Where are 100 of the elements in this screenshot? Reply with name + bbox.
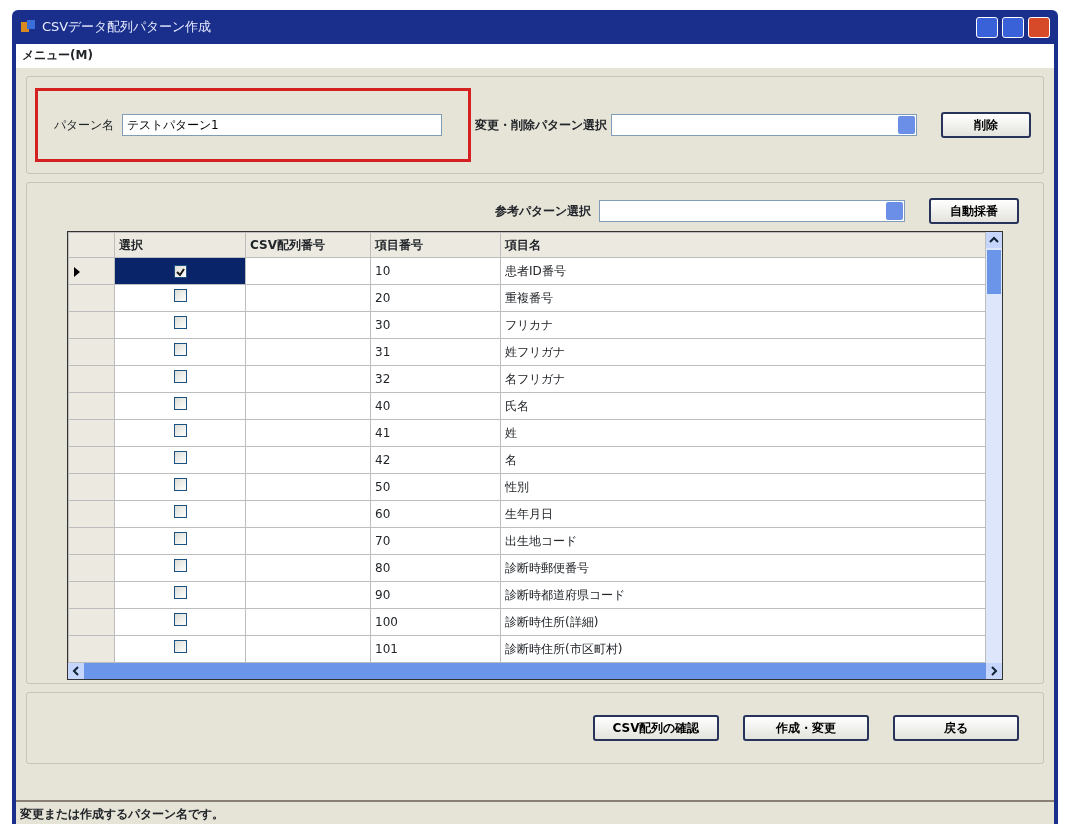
field-label: 参考パターン選択 — [495, 203, 591, 220]
select-cell[interactable] — [114, 419, 246, 447]
checkbox[interactable] — [173, 613, 187, 626]
window-title: CSVデータ配列パターン作成 — [42, 18, 212, 37]
column-header[interactable]: CSV配列番号 — [245, 232, 371, 258]
select-cell[interactable] — [114, 338, 246, 366]
checkbox[interactable] — [173, 397, 187, 410]
table-row[interactable]: 42 名 — [68, 446, 986, 474]
scroll-thumb[interactable] — [987, 250, 1001, 294]
field-label: パターン名 — [54, 117, 114, 134]
table-cell: 氏名 — [500, 392, 986, 420]
table-cell: 診断時郵便番号 — [500, 554, 986, 582]
table-cell: 40 — [370, 392, 501, 420]
table-cell: 80 — [370, 554, 501, 582]
table-row[interactable]: 70 出生地コード — [68, 527, 986, 555]
checkbox[interactable] — [173, 451, 187, 464]
field-label: 変更・削除パターン選択 — [475, 117, 607, 134]
table-row[interactable]: 30 フリカナ — [68, 311, 986, 339]
select-cell[interactable] — [114, 527, 246, 555]
checkbox[interactable] — [173, 505, 187, 518]
select-cell[interactable] — [114, 257, 246, 285]
menu-item[interactable]: メニュー(M) — [22, 46, 93, 66]
checkbox[interactable] — [173, 424, 187, 437]
table-cell: 姓 — [500, 419, 986, 447]
table-row[interactable]: 41 姓 — [68, 419, 986, 447]
app-icon — [20, 19, 36, 35]
table-row[interactable]: 80 診断時郵便番号 — [68, 554, 986, 582]
scroll-left-icon[interactable] — [68, 663, 84, 679]
checkbox[interactable] — [173, 265, 187, 278]
table-row[interactable]: 90 診断時都道府県コード — [68, 581, 986, 609]
reference-select-dropdown[interactable] — [599, 200, 905, 222]
delete-button[interactable]: 削除 — [941, 112, 1031, 138]
minimize-button[interactable] — [976, 16, 998, 38]
select-cell[interactable] — [114, 581, 246, 609]
table-row[interactable]: 101 診断時住所(市区町村) — [68, 635, 986, 663]
table-cell: 生年月日 — [500, 500, 986, 528]
table-cell: 90 — [370, 581, 501, 609]
table-row[interactable]: 20 重複番号 — [68, 284, 986, 312]
checkbox[interactable] — [173, 640, 187, 653]
table-cell: 重複番号 — [500, 284, 986, 312]
checkbox[interactable] — [173, 316, 187, 329]
table-cell: 30 — [370, 311, 501, 339]
column-header[interactable]: 選択 — [114, 232, 246, 258]
table-cell: 20 — [370, 284, 501, 312]
table-cell: フリカナ — [500, 311, 986, 339]
checkbox[interactable] — [173, 532, 187, 545]
checkbox[interactable] — [173, 343, 187, 356]
select-cell[interactable] — [114, 500, 246, 528]
column-header[interactable]: 項目名 — [500, 232, 986, 258]
select-cell[interactable] — [114, 284, 246, 312]
select-cell[interactable] — [114, 311, 246, 339]
select-cell[interactable] — [114, 473, 246, 501]
checkbox[interactable] — [173, 586, 187, 599]
vertical-scrollbar[interactable] — [986, 232, 1002, 663]
maximize-button[interactable] — [1002, 16, 1024, 38]
table-row[interactable]: 50 性別 — [68, 473, 986, 501]
table-cell: 診断時都道府県コード — [500, 581, 986, 609]
select-cell[interactable] — [114, 635, 246, 663]
close-button[interactable] — [1028, 16, 1050, 38]
table-cell: 10 — [370, 257, 501, 285]
auto-number-button[interactable]: 自動採番 — [929, 198, 1019, 224]
action-button[interactable]: 作成・変更 — [743, 715, 869, 741]
pattern-select-dropdown[interactable] — [611, 114, 917, 136]
table-cell: 31 — [370, 338, 501, 366]
select-cell[interactable] — [114, 554, 246, 582]
select-cell[interactable] — [114, 392, 246, 420]
table-cell: 101 — [370, 635, 501, 663]
table-cell: 50 — [370, 473, 501, 501]
status-bar: 変更または作成するパターン名です。 — [16, 800, 1054, 824]
horizontal-scrollbar[interactable] — [68, 663, 1002, 679]
table-cell: 診断時住所(市区町村) — [500, 635, 986, 663]
table-cell: 名 — [500, 446, 986, 474]
checkbox[interactable] — [173, 370, 187, 383]
table-cell: 70 — [370, 527, 501, 555]
select-cell[interactable] — [114, 608, 246, 636]
table-row[interactable]: 31 姓フリガナ — [68, 338, 986, 366]
checkbox[interactable] — [173, 478, 187, 491]
scroll-up-icon[interactable] — [986, 232, 1002, 248]
table-row[interactable]: 40 氏名 — [68, 392, 986, 420]
table-row[interactable]: 60 生年月日 — [68, 500, 986, 528]
table-cell: 32 — [370, 365, 501, 393]
action-button[interactable]: 戻る — [893, 715, 1019, 741]
table-row[interactable]: 32 名フリガナ — [68, 365, 986, 393]
table-cell: 60 — [370, 500, 501, 528]
pattern-name-field[interactable]: テストパターン1 — [122, 114, 442, 136]
table-cell: 100 — [370, 608, 501, 636]
select-cell[interactable] — [114, 365, 246, 393]
select-cell[interactable] — [114, 446, 246, 474]
checkbox[interactable] — [173, 289, 187, 302]
table-cell: 41 — [370, 419, 501, 447]
scroll-right-icon[interactable] — [986, 663, 1002, 679]
checkbox[interactable] — [173, 559, 187, 572]
table-cell: 性別 — [500, 473, 986, 501]
column-header[interactable]: 項目番号 — [370, 232, 501, 258]
table-cell: 名フリガナ — [500, 365, 986, 393]
table-cell: 患者ID番号 — [500, 257, 986, 285]
table-cell: 姓フリガナ — [500, 338, 986, 366]
table-cell: 出生地コード — [500, 527, 986, 555]
table-row[interactable]: 100 診断時住所(詳細) — [68, 608, 986, 636]
action-button[interactable]: CSV配列の確認 — [593, 715, 719, 741]
